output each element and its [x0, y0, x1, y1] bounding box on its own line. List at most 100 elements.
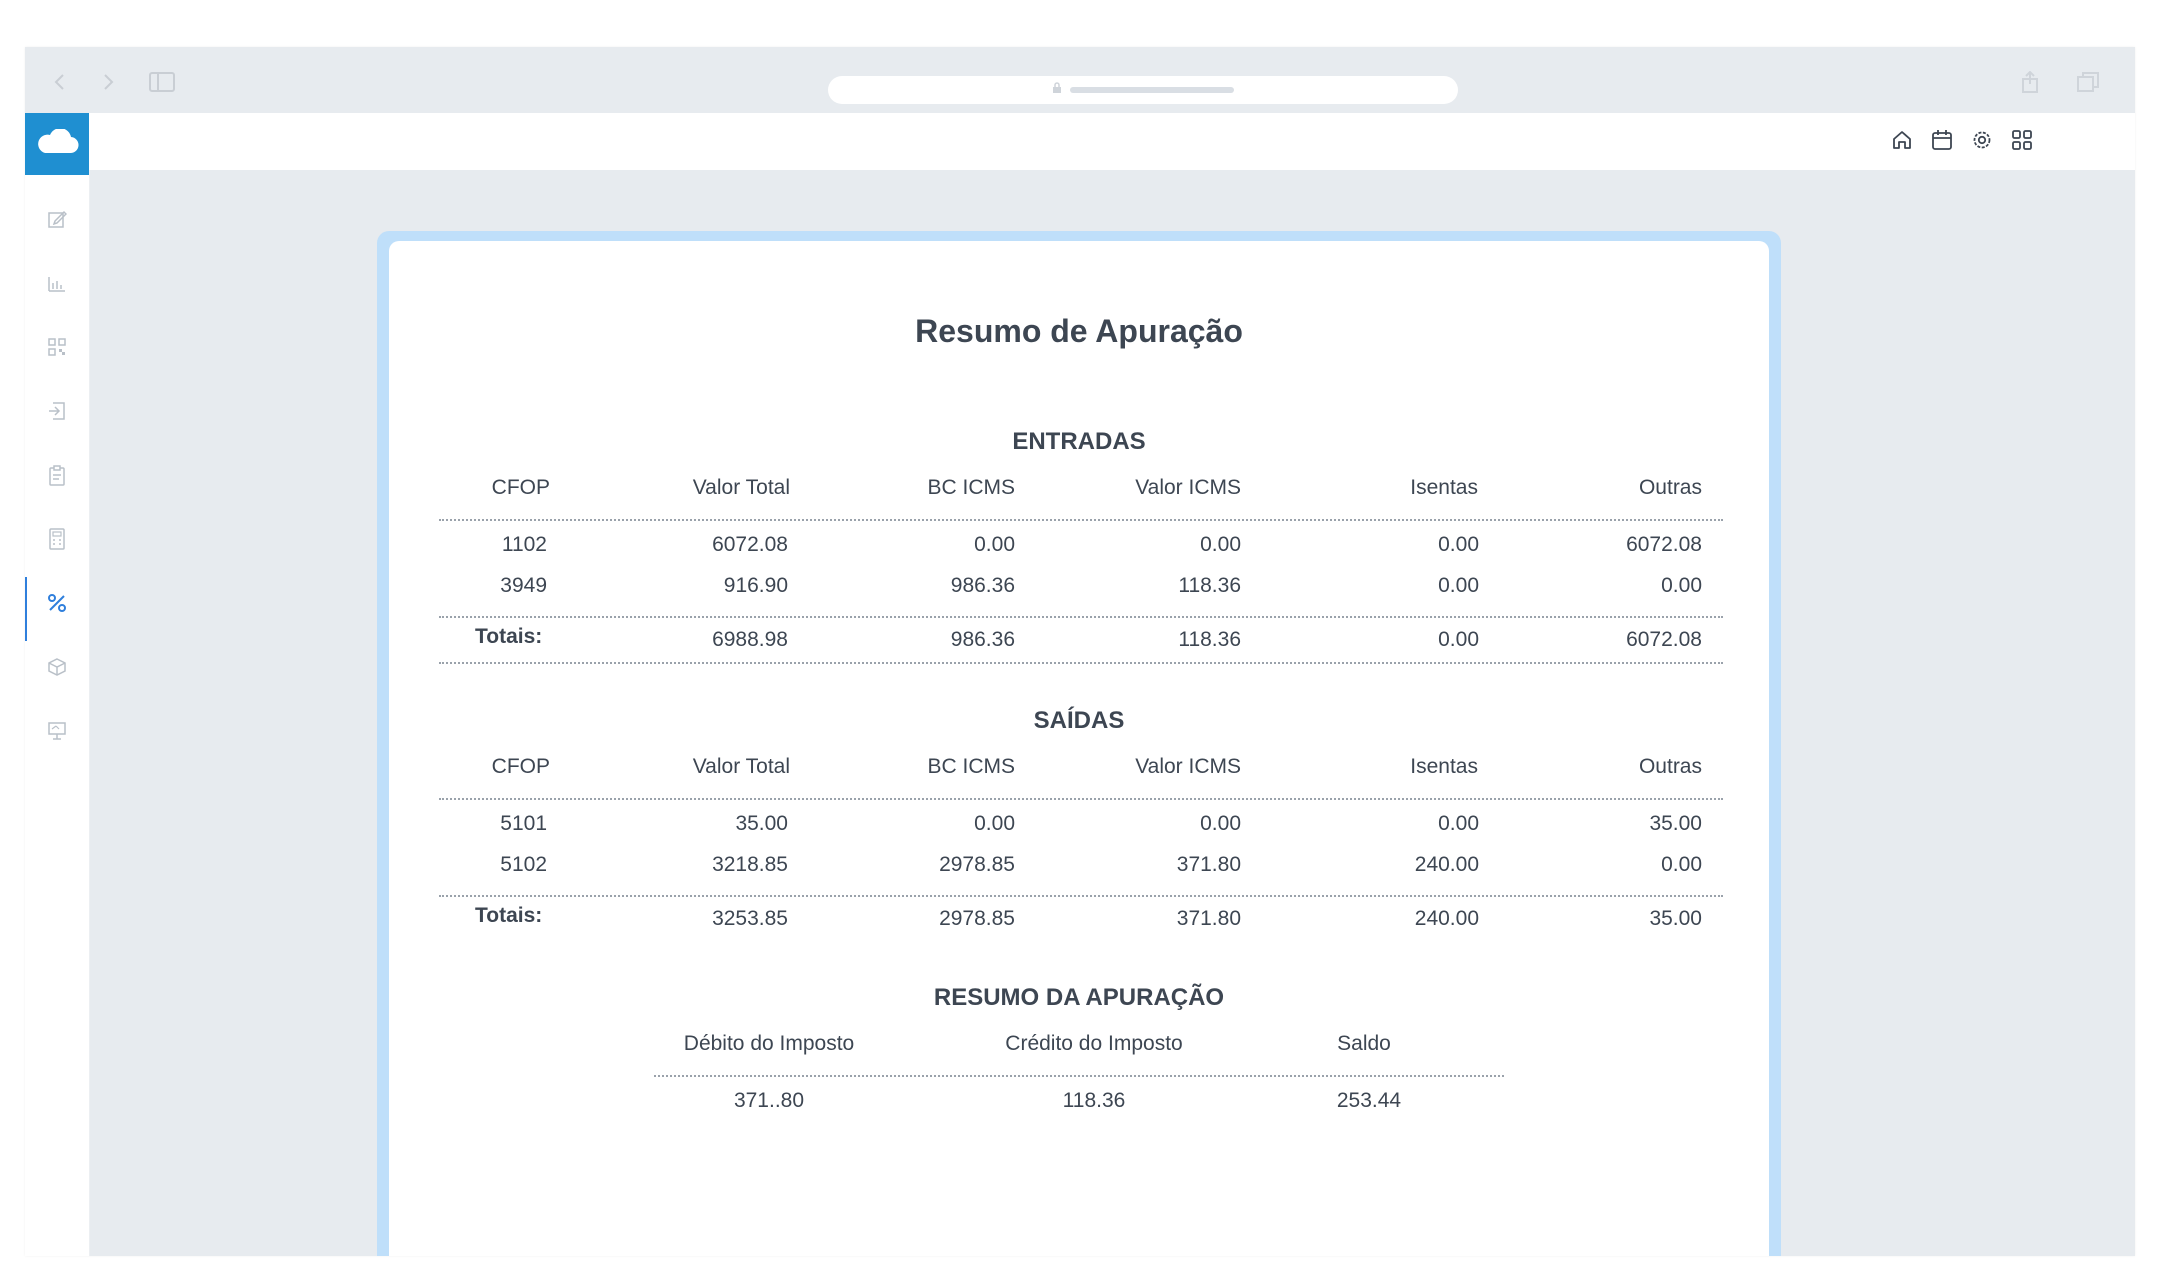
- column-header-bc-icms: BC ICMS: [927, 476, 1015, 499]
- divider: [439, 519, 1723, 521]
- cloud-icon: [34, 127, 80, 160]
- column-header-outras: Outras: [1638, 476, 1702, 499]
- total-isentas: 240.00: [1414, 907, 1479, 930]
- table-header-row: CFOP Valor Total BC ICMS Valor ICMS Isen…: [439, 476, 1723, 506]
- cell-isentas: 0.00: [1438, 533, 1479, 556]
- column-header-isentas: Isentas: [1410, 755, 1478, 778]
- sidebar-item-calculator[interactable]: [25, 513, 89, 569]
- report-frame: Resumo de Apuração ENTRADAS CFOP Valor T…: [377, 231, 1781, 1256]
- totals-row: Totais: 3253.85 2978.85 371.80 240.00 35…: [439, 904, 1723, 934]
- cell-isentas: 0.00: [1438, 574, 1479, 597]
- sidebar-item-qr[interactable]: [25, 321, 89, 377]
- sidebar-item-documents[interactable]: [25, 449, 89, 505]
- total-valor-icms: 371.80: [1176, 907, 1241, 930]
- forward-chevron-icon[interactable]: [93, 67, 123, 97]
- cell-valor-total: 35.00: [735, 812, 788, 835]
- total-valor-total: 3253.85: [712, 907, 788, 930]
- cell-valor-icms: 118.36: [1178, 574, 1241, 597]
- cell-bc-icms: 0.00: [974, 812, 1015, 835]
- column-header-credito: Crédito do Imposto: [1005, 1032, 1183, 1055]
- total-bc-icms: 986.36: [950, 628, 1015, 651]
- cube-icon: [47, 657, 67, 682]
- lock-icon: [1052, 81, 1062, 99]
- cell-outras: 0.00: [1661, 853, 1702, 876]
- cell-bc-icms: 2978.85: [939, 853, 1015, 876]
- cell-valor-icms: 371.80: [1176, 853, 1241, 876]
- table-row: 371..80 118.36 253.44: [654, 1089, 1504, 1119]
- address-bar[interactable]: [828, 76, 1458, 104]
- cell-debito: 371..80: [733, 1089, 805, 1112]
- clipboard-icon: [47, 464, 67, 491]
- total-outras: 6072.08: [1626, 628, 1702, 651]
- column-header-bc-icms: BC ICMS: [927, 755, 1015, 778]
- cell-outras: 6072.08: [1626, 533, 1702, 556]
- settings-icon[interactable]: [1968, 126, 1996, 154]
- browser-window: Resumo de Apuração ENTRADAS CFOP Valor T…: [25, 47, 2135, 1256]
- cell-valor-total: 916.90: [723, 574, 788, 597]
- section-title-saidas: SAÍDAS: [1033, 707, 1125, 734]
- sign-in-icon: [47, 401, 67, 426]
- report-document: Resumo de Apuração ENTRADAS CFOP Valor T…: [389, 241, 1769, 1256]
- sidebar-toggle-icon[interactable]: [147, 67, 177, 97]
- apps-grid-icon[interactable]: [2008, 126, 2036, 154]
- logo[interactable]: [25, 113, 89, 175]
- presentation-icon: [47, 721, 67, 746]
- column-header-debito: Débito do Imposto: [683, 1032, 855, 1055]
- column-header-valor-total: Valor Total: [692, 476, 790, 499]
- sidebar: [25, 113, 90, 1256]
- table-row: 1102 6072.08 0.00 0.00 0.00 6072.08: [439, 533, 1723, 563]
- sidebar-item-edit[interactable]: [25, 193, 89, 249]
- cell-valor-icms: 0.00: [1200, 533, 1241, 556]
- divider: [439, 895, 1723, 897]
- divider: [439, 798, 1723, 800]
- divider: [439, 662, 1723, 664]
- column-header-outras: Outras: [1638, 755, 1702, 778]
- total-valor-icms: 118.36: [1178, 628, 1241, 651]
- table-row: 3949 916.90 986.36 118.36 0.00 0.00: [439, 574, 1723, 604]
- share-icon[interactable]: [2015, 67, 2045, 97]
- qr-code-icon: [47, 337, 67, 362]
- cell-saldo: 253.44: [1336, 1089, 1402, 1112]
- sidebar-item-products[interactable]: [25, 641, 89, 697]
- cell-isentas: 0.00: [1438, 812, 1479, 835]
- column-header-valor-icms: Valor ICMS: [1135, 755, 1241, 778]
- back-chevron-icon[interactable]: [45, 67, 75, 97]
- browser-toolbar: [25, 47, 2135, 113]
- bar-chart-icon: [47, 273, 67, 298]
- cell-valor-total: 6072.08: [712, 533, 788, 556]
- percent-icon: [46, 592, 68, 619]
- column-header-saldo: Saldo: [1337, 1032, 1391, 1055]
- totals-label: Totais:: [475, 904, 543, 927]
- column-header-isentas: Isentas: [1410, 476, 1478, 499]
- section-title-entradas: ENTRADAS: [1012, 428, 1146, 455]
- cell-valor-total: 3218.85: [712, 853, 788, 876]
- sidebar-item-entries[interactable]: [25, 385, 89, 441]
- cell-cfop: 5102: [500, 853, 547, 876]
- total-outras: 35.00: [1649, 907, 1702, 930]
- url-text-placeholder: [1070, 87, 1234, 93]
- sidebar-item-presentation[interactable]: [25, 705, 89, 761]
- total-bc-icms: 2978.85: [939, 907, 1015, 930]
- table-row: 5102 3218.85 2978.85 371.80 240.00 0.00: [439, 853, 1723, 883]
- column-header-valor-total: Valor Total: [692, 755, 790, 778]
- divider: [654, 1075, 1504, 1077]
- home-icon[interactable]: [1888, 126, 1916, 154]
- column-header-valor-icms: Valor ICMS: [1135, 476, 1241, 499]
- cell-bc-icms: 986.36: [950, 574, 1015, 597]
- column-header-cfop: CFOP: [491, 476, 550, 499]
- section-title-resumo: RESUMO DA APURAÇÃO: [933, 984, 1225, 1011]
- sidebar-item-apuracao[interactable]: [25, 577, 89, 641]
- tabs-icon[interactable]: [2073, 67, 2103, 97]
- cell-valor-icms: 0.00: [1200, 812, 1241, 835]
- sidebar-item-reports[interactable]: [25, 257, 89, 313]
- edit-icon: [47, 209, 68, 234]
- totals-label: Totais:: [475, 625, 543, 648]
- totals-row: Totais: 6988.98 986.36 118.36 0.00 6072.…: [439, 625, 1723, 655]
- calendar-icon[interactable]: [1928, 126, 1956, 154]
- cell-cfop: 5101: [500, 812, 547, 835]
- table-header-row: Débito do Imposto Crédito do Imposto Sal…: [654, 1032, 1504, 1062]
- total-isentas: 0.00: [1438, 628, 1479, 651]
- cell-cfop: 3949: [500, 574, 547, 597]
- cell-outras: 0.00: [1661, 574, 1702, 597]
- top-header: [89, 113, 2135, 170]
